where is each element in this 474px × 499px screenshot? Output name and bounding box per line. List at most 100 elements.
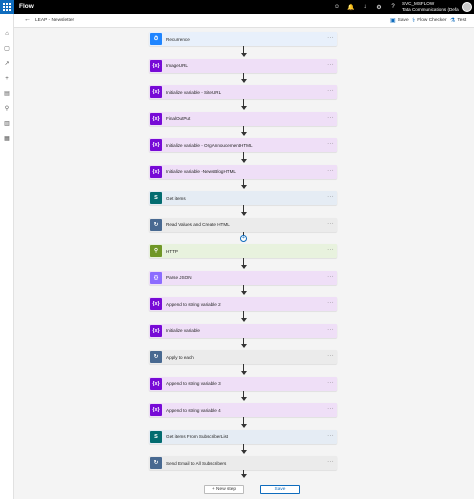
nav-home-icon[interactable]: ⌂: [0, 28, 14, 39]
connector-arrow: [240, 178, 247, 189]
connector-arrow: [240, 311, 247, 321]
flow-step[interactable]: {} Parse JSON ···: [149, 270, 337, 285]
connector-arrow: [240, 125, 247, 136]
variable-icon: {x}: [150, 86, 162, 98]
test-button[interactable]: ⚗ Test: [450, 17, 466, 24]
more-options-icon[interactable]: ···: [327, 274, 334, 280]
nav-create-icon[interactable]: +: [0, 73, 14, 84]
more-options-icon[interactable]: ···: [327, 35, 334, 41]
flow-step-label: Initialize variable: [166, 328, 200, 333]
gear-icon[interactable]: ⚙: [374, 2, 384, 12]
flow-step-label: Get items: [166, 195, 186, 201]
sharepoint-icon: S: [150, 192, 162, 204]
breadcrumb: LEAP - Newsletter: [35, 18, 75, 23]
flow-checker-button[interactable]: ⚕ Flow Checker: [412, 17, 447, 24]
variable-icon: {x}: [150, 165, 162, 178]
connector-arrow: [240, 390, 247, 401]
flow-step-label: Append to string variable 2: [166, 301, 221, 307]
flow-step[interactable]: {x} Initialize variable -NewsBlogHTML ···: [149, 164, 337, 179]
flow-step-label: Send Email to All Subscribers: [166, 460, 227, 466]
flow-step[interactable]: ↻ Send Email to All Subscribers ···: [149, 456, 337, 470]
more-options-icon[interactable]: ···: [327, 168, 334, 174]
variable-icon: {x}: [150, 112, 162, 125]
more-options-icon[interactable]: ···: [327, 141, 334, 147]
more-options-icon[interactable]: ···: [327, 194, 334, 200]
flow-step-label: Parse JSON: [166, 275, 192, 280]
org-name: Tata Communications (Defa: [402, 7, 459, 12]
new-step-button[interactable]: + New step: [204, 485, 244, 494]
flow-step[interactable]: {x} Append to string variable 3 ···: [149, 376, 337, 391]
connector-arrow: [240, 46, 247, 56]
flow-step-label: ImageURL: [166, 63, 188, 68]
flow-step[interactable]: ↻ Apply to each ···: [149, 350, 337, 364]
app-launcher-icon[interactable]: [0, 0, 14, 14]
more-options-icon[interactable]: ···: [327, 327, 334, 333]
variable-icon: {x}: [150, 404, 162, 416]
help-icon[interactable]: ?: [388, 2, 398, 12]
flow-step-label: Recurrence: [166, 36, 190, 42]
nav-templates-icon[interactable]: ▤: [0, 88, 14, 99]
more-options-icon[interactable]: ···: [327, 433, 334, 439]
command-bar: ← LEAP - Newsletter ▣ Save ⚕ Flow Checke…: [14, 14, 474, 28]
connector-arrow: [240, 364, 247, 374]
flow-step-label: FinalOutPut: [166, 116, 191, 121]
insert-step-icon[interactable]: +: [240, 234, 247, 242]
test-label: Test: [457, 18, 467, 23]
connector-arrow: [240, 470, 247, 478]
connector-arrow: [240, 337, 247, 348]
more-options-icon[interactable]: ···: [327, 353, 334, 359]
variable-icon: {x}: [150, 139, 162, 151]
flow-step[interactable]: {x} Initialize variable - OrgAnnoucementH…: [149, 138, 337, 152]
flow-step-label: Append to string variable 4: [166, 407, 221, 413]
flow-checker-label: Flow Checker: [417, 18, 447, 23]
avatar[interactable]: [462, 2, 472, 12]
nav-my-flows-icon[interactable]: ↗: [0, 58, 14, 69]
save-command-button[interactable]: ▣ Save: [390, 17, 409, 24]
more-options-icon[interactable]: ···: [327, 459, 334, 465]
data-icon: {}: [150, 271, 162, 284]
flow-step[interactable]: ↻ Read Values and Create HTML ···: [149, 217, 337, 232]
flow-step[interactable]: {x} Append to string variable 2 ···: [149, 297, 337, 311]
variable-icon: {x}: [150, 324, 162, 337]
more-options-icon[interactable]: ···: [327, 406, 334, 412]
flow-step[interactable]: S Get items From SubscriberList ···: [149, 429, 337, 444]
save-icon: ▣: [390, 18, 396, 24]
variable-icon: {x}: [150, 298, 162, 310]
nav-solutions-icon[interactable]: ▦: [0, 133, 14, 144]
flow-step[interactable]: {x} FinalOutPut ···: [149, 111, 337, 126]
flow-step[interactable]: S Get items ···: [149, 191, 337, 205]
flow-step[interactable]: ⚲ HTTP ···: [149, 244, 337, 258]
more-options-icon[interactable]: ···: [327, 62, 334, 68]
flow-step[interactable]: {x} ImageURL ···: [149, 58, 337, 73]
flow-step-label: Apply to each: [166, 354, 194, 360]
sharepoint-icon: S: [150, 430, 162, 443]
bell-icon[interactable]: 🔔: [346, 2, 356, 12]
smiley-icon[interactable]: ☺: [332, 2, 342, 12]
more-options-icon[interactable]: ···: [327, 88, 334, 94]
flow-step-label: Read Values and Create HTML: [166, 222, 230, 227]
more-options-icon[interactable]: ···: [327, 221, 334, 227]
save-button[interactable]: Save: [260, 485, 300, 494]
more-options-icon[interactable]: ···: [327, 300, 334, 306]
connector-arrow: [240, 417, 247, 427]
flow-step[interactable]: {x} Initialize variable - SiteURL ···: [149, 85, 337, 99]
flow-step[interactable]: ⏱ Recurrence ···: [149, 32, 337, 46]
download-icon[interactable]: ↓: [360, 2, 370, 12]
left-nav: ⌂ ▢ ↗ + ▤ ⚲ ▥ ▦: [0, 14, 14, 499]
variable-icon: {x}: [150, 377, 162, 390]
more-options-icon[interactable]: ···: [327, 115, 334, 121]
back-arrow-icon[interactable]: ←: [24, 16, 31, 23]
beaker-icon: ⚗: [450, 18, 456, 24]
nav-action-items-icon[interactable]: ▢: [0, 43, 14, 54]
more-options-icon[interactable]: ···: [327, 380, 334, 386]
app-title[interactable]: Flow: [19, 3, 34, 10]
nav-data-icon[interactable]: ▥: [0, 118, 14, 129]
apply-icon: ↻: [150, 218, 162, 231]
flow-step[interactable]: {x} Initialize variable ···: [149, 323, 337, 338]
more-options-icon[interactable]: ···: [327, 247, 334, 253]
connector-arrow: [240, 205, 247, 215]
nav-connectors-icon[interactable]: ⚲: [0, 103, 14, 114]
connector-arrow: [240, 443, 247, 454]
flow-step[interactable]: {x} Append to string variable 4 ···: [149, 403, 337, 417]
flow-step-label: Initialize variable - SiteURL: [166, 89, 222, 95]
